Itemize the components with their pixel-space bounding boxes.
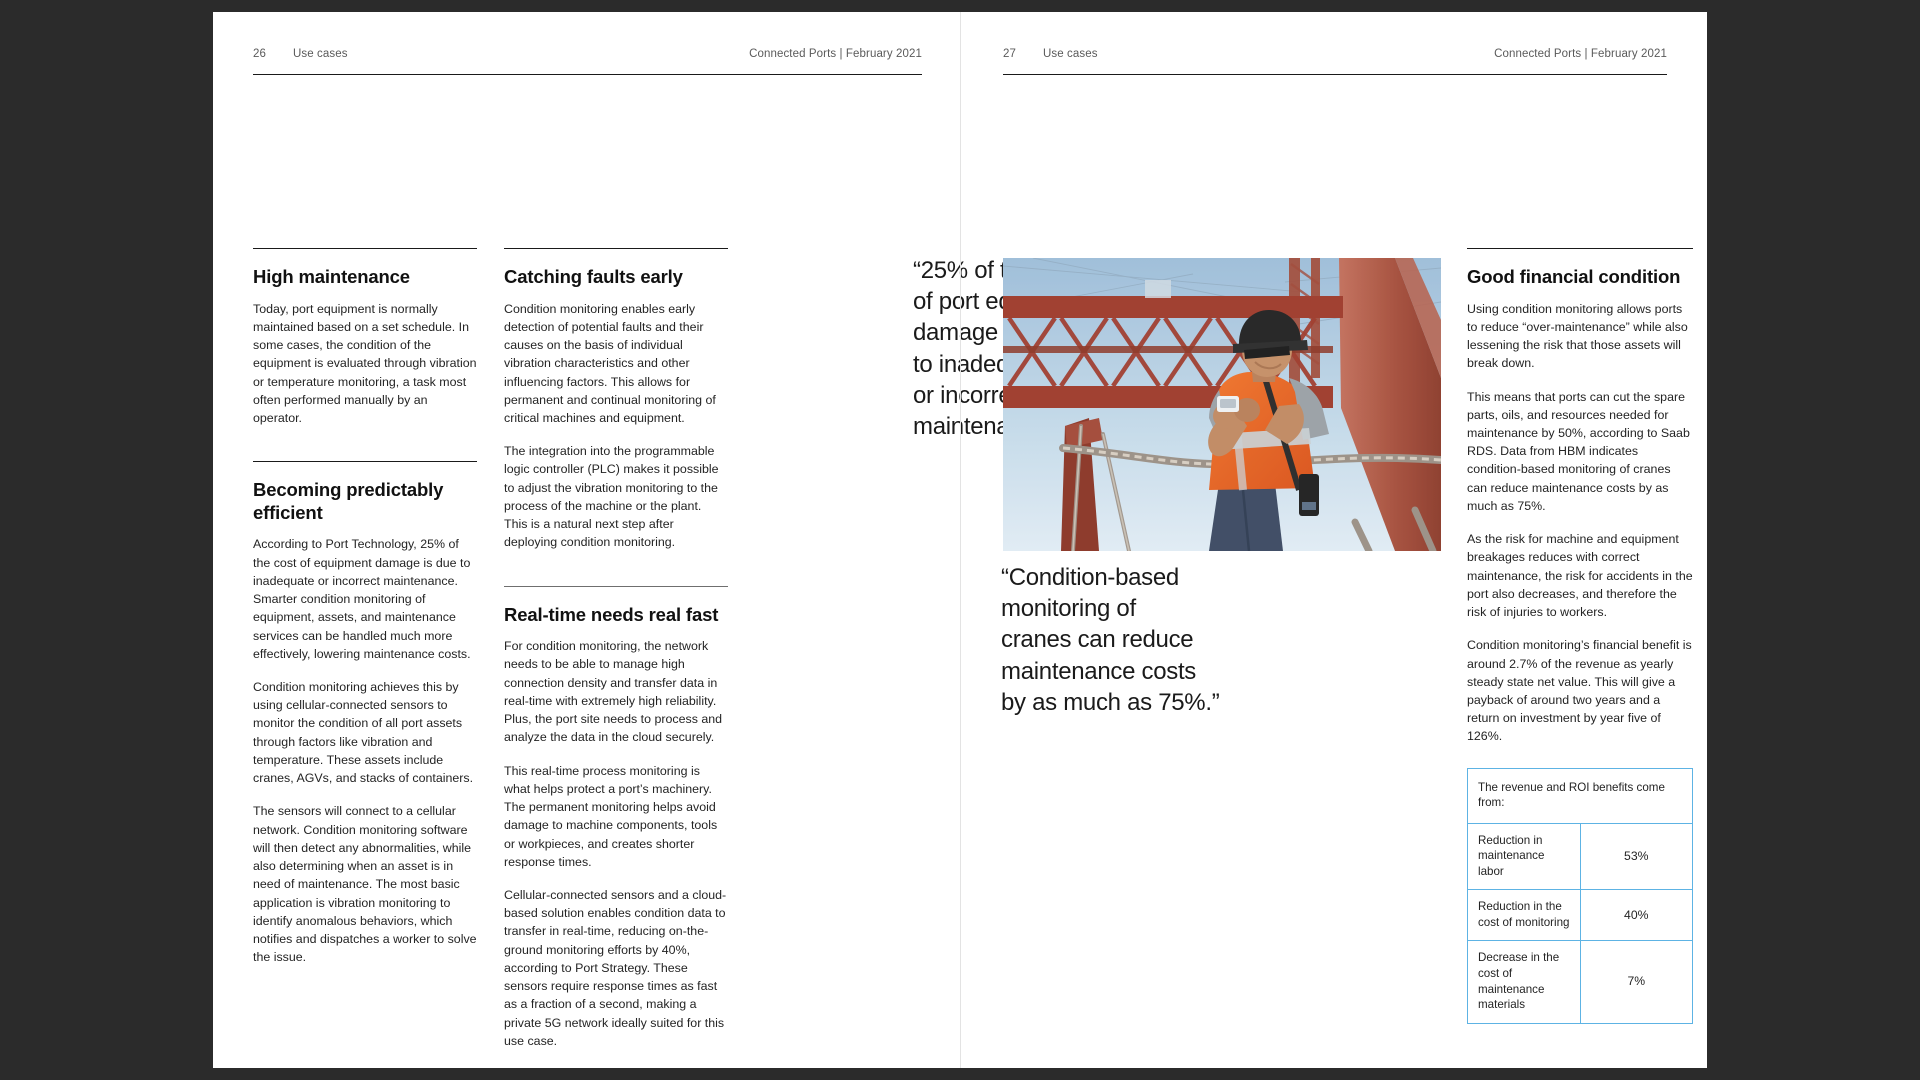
header-rule-left [253, 74, 922, 75]
roi-row-label: Decrease in the cost of maintenance mate… [1467, 940, 1581, 1024]
running-head-right-left-page: Connected Ports | February 2021 [749, 48, 922, 60]
page-left: 26 Use cases Connected Ports | February … [213, 12, 1095, 1068]
roi-row-value: 40% [1579, 889, 1693, 942]
column-2: Catching faults early Condition monitori… [504, 248, 728, 1050]
roi-row-label: Reduction in maintenance labor [1467, 822, 1581, 891]
roi-table-heading: The revenue and ROI benefits come from: [1467, 767, 1693, 824]
paragraph: As the risk for machine and equipment br… [1467, 532, 1693, 620]
paragraph: Cellular-connected sensors and a cloud-b… [504, 887, 727, 1048]
paragraph: For condition monitoring, the network ne… [504, 639, 723, 745]
paragraph: This real-time process monitoring is wha… [504, 763, 718, 869]
page-right: 27 Use cases Connected Ports | February … [960, 12, 1707, 1068]
table-row: Reduction in the cost of monitoring 40% [1467, 889, 1693, 942]
header-rule-right [1003, 74, 1667, 75]
roi-table-body: The revenue and ROI benefits come from: … [1467, 767, 1693, 1024]
column-rule [504, 248, 728, 249]
page-number-left: 26 [253, 48, 266, 60]
left-page-columns: High maintenance Today, port equipment i… [253, 248, 922, 1050]
column-rule [504, 585, 728, 587]
paragraph: Today, port equipment is normally mainta… [253, 301, 477, 425]
paragraph: Condition monitoring’s financial benefit… [1467, 638, 1692, 744]
column-rule [1467, 248, 1693, 249]
paragraph: The sensors will connect to a cellular n… [253, 804, 477, 965]
heading-high-maintenance: High maintenance [253, 266, 410, 287]
heading-catching-faults-early: Catching faults early [504, 266, 683, 287]
column-1: High maintenance Today, port equipment i… [253, 248, 477, 1050]
paragraph: The integration into the programmable lo… [504, 444, 719, 550]
heading-real-time-needs-real-fast: Real-time needs real fast [504, 603, 719, 625]
column-rule [253, 248, 477, 249]
paragraph: Condition monitoring enables early detec… [504, 301, 716, 425]
paragraph: Using condition monitoring allows ports … [1467, 301, 1688, 371]
paragraph: According to Port Technology, 25% of the… [253, 537, 471, 661]
running-head-right-right-page: Connected Ports | February 2021 [1494, 48, 1667, 60]
roi-row-value: 7% [1579, 940, 1693, 1024]
roi-row-label: Reduction in the cost of monitoring [1467, 889, 1581, 942]
pull-quote-right-page: “Condition-based monitoring of cranes ca… [1001, 564, 1220, 716]
column-rule [253, 461, 477, 463]
paragraph: This means that ports can cut the spare … [1467, 389, 1690, 513]
page-number-right: 27 [1003, 48, 1016, 60]
document-spread: 26 Use cases Connected Ports | February … [213, 12, 1707, 1068]
running-head-right-page: 27 Use cases [1003, 48, 1098, 66]
table-row: Decrease in the cost of maintenance mate… [1467, 940, 1693, 1024]
photo-port-worker [1003, 258, 1441, 551]
heading-good-financial-condition: Good financial condition [1467, 266, 1681, 287]
roi-row-value: 53% [1579, 822, 1693, 891]
table-row: Reduction in maintenance labor 53% [1467, 822, 1693, 891]
running-head-left: 26 Use cases [253, 48, 348, 66]
column-3: Good financial condition Using condition… [1467, 248, 1693, 1024]
roi-benefits-table: The revenue and ROI benefits come from: … [1467, 767, 1693, 1024]
paragraph: Condition monitoring achieves this by us… [253, 679, 474, 786]
table-row-header: The revenue and ROI benefits come from: [1467, 767, 1693, 824]
heading-becoming-predictably-efficient: Becoming predictably efficient [253, 479, 444, 523]
section-label-right: Use cases [1043, 48, 1098, 60]
section-label-left: Use cases [293, 48, 348, 60]
